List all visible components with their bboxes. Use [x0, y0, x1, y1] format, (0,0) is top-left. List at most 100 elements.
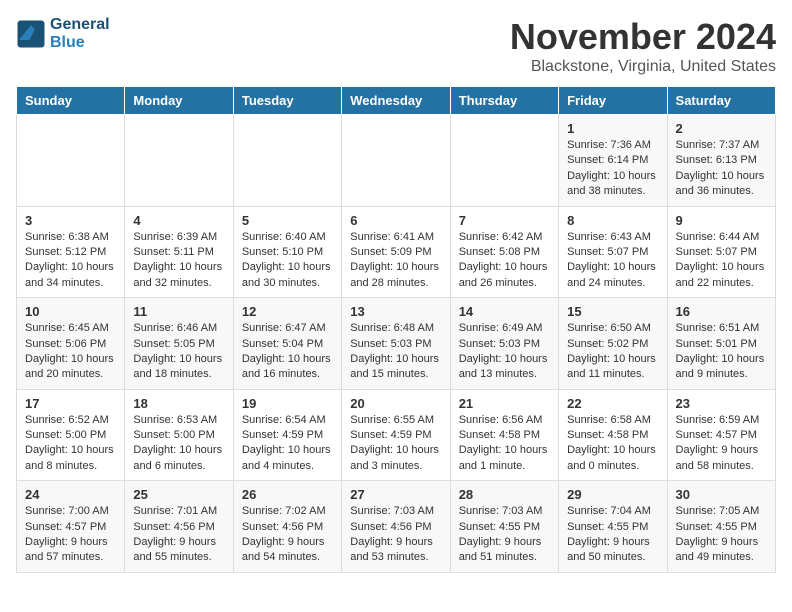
day-number: 20: [350, 396, 441, 411]
day-number: 3: [25, 213, 116, 228]
calendar-week-row: 3 Sunrise: 6:38 AM Sunset: 5:12 PM Daylig…: [17, 206, 776, 298]
calendar-cell: 1 Sunrise: 7:36 AM Sunset: 6:14 PM Daylig…: [559, 115, 667, 207]
day-info: Sunrise: 7:03 AM Sunset: 4:55 PM Dayligh…: [459, 504, 550, 566]
calendar-cell: 13Sunrise: 6:48 AM Sunset: 5:03 PM Dayli…: [342, 298, 450, 390]
calendar-cell: 16Sunrise: 6:51 AM Sunset: 5:01 PM Dayli…: [667, 298, 775, 390]
day-number: 14: [459, 304, 550, 319]
day-number: 8: [567, 213, 658, 228]
calendar-cell: 27Sunrise: 7:03 AM Sunset: 4:56 PM Dayli…: [342, 481, 450, 573]
day-number: 23: [676, 396, 767, 411]
logo-icon: [16, 19, 46, 49]
day-info: Sunrise: 7:00 AM Sunset: 4:57 PM Dayligh…: [25, 504, 116, 566]
calendar-cell: 20 Sunrise: 6:55 AM Sunset: 4:59 PM Dayli…: [342, 389, 450, 481]
day-number: 21: [459, 396, 550, 411]
calendar-cell: [17, 115, 125, 207]
day-info: Sunrise: 6:40 AM Sunset: 5:10 PM Dayligh…: [242, 230, 333, 292]
day-info: Sunrise: 6:41 AM Sunset: 5:09 PM Dayligh…: [350, 230, 441, 292]
calendar-cell: 29Sunrise: 7:04 AM Sunset: 4:55 PM Dayli…: [559, 481, 667, 573]
weekday-header-cell: Wednesday: [342, 87, 450, 115]
calendar-cell: 17Sunrise: 6:52 AM Sunset: 5:00 PM Dayli…: [17, 389, 125, 481]
day-number: 1: [567, 121, 658, 136]
day-number: 6: [350, 213, 441, 228]
weekday-header-cell: Monday: [125, 87, 233, 115]
calendar-cell: 11 Sunrise: 6:46 AM Sunset: 5:05 PM Dayli…: [125, 298, 233, 390]
calendar-cell: 18 Sunrise: 6:53 AM Sunset: 5:00 PM Dayli…: [125, 389, 233, 481]
calendar-cell: 7Sunrise: 6:42 AM Sunset: 5:08 PM Daylig…: [450, 206, 558, 298]
day-info: Sunrise: 6:56 AM Sunset: 4:58 PM Dayligh…: [459, 413, 550, 475]
day-info: Sunrise: 6:46 AM Sunset: 5:05 PM Dayligh…: [133, 321, 224, 383]
day-number: 28: [459, 487, 550, 502]
day-info: Sunrise: 7:05 AM Sunset: 4:55 PM Dayligh…: [676, 504, 767, 566]
day-info: Sunrise: 6:58 AM Sunset: 4:58 PM Dayligh…: [567, 413, 658, 475]
title-area: November 2024 Blackstone, Virginia, Unit…: [510, 16, 776, 76]
weekday-header-row: SundayMondayTuesdayWednesdayThursdayFrid…: [17, 87, 776, 115]
day-number: 29: [567, 487, 658, 502]
location: Blackstone, Virginia, United States: [510, 58, 776, 76]
weekday-header-cell: Saturday: [667, 87, 775, 115]
day-number: 19: [242, 396, 333, 411]
day-info: Sunrise: 6:59 AM Sunset: 4:57 PM Dayligh…: [676, 413, 767, 475]
calendar-cell: 9 Sunrise: 6:44 AM Sunset: 5:07 PM Daylig…: [667, 206, 775, 298]
weekday-header-cell: Friday: [559, 87, 667, 115]
weekday-header-cell: Sunday: [17, 87, 125, 115]
calendar-week-row: 10Sunrise: 6:45 AM Sunset: 5:06 PM Dayli…: [17, 298, 776, 390]
day-number: 2: [676, 121, 767, 136]
day-info: Sunrise: 6:52 AM Sunset: 5:00 PM Dayligh…: [25, 413, 116, 475]
calendar-cell: 25 Sunrise: 7:01 AM Sunset: 4:56 PM Dayli…: [125, 481, 233, 573]
day-info: Sunrise: 6:39 AM Sunset: 5:11 PM Dayligh…: [133, 230, 224, 292]
calendar-week-row: 17Sunrise: 6:52 AM Sunset: 5:00 PM Dayli…: [17, 389, 776, 481]
calendar-cell: 5 Sunrise: 6:40 AM Sunset: 5:10 PM Daylig…: [233, 206, 341, 298]
day-number: 7: [459, 213, 550, 228]
calendar-week-row: 1 Sunrise: 7:36 AM Sunset: 6:14 PM Daylig…: [17, 115, 776, 207]
logo: General Blue: [16, 16, 110, 52]
day-number: 26: [242, 487, 333, 502]
day-info: Sunrise: 6:44 AM Sunset: 5:07 PM Dayligh…: [676, 230, 767, 292]
calendar-cell: 28 Sunrise: 7:03 AM Sunset: 4:55 PM Dayli…: [450, 481, 558, 573]
calendar-cell: 30Sunrise: 7:05 AM Sunset: 4:55 PM Dayli…: [667, 481, 775, 573]
day-info: Sunrise: 6:49 AM Sunset: 5:03 PM Dayligh…: [459, 321, 550, 383]
calendar-cell: 23 Sunrise: 6:59 AM Sunset: 4:57 PM Dayli…: [667, 389, 775, 481]
calendar-cell: 10Sunrise: 6:45 AM Sunset: 5:06 PM Dayli…: [17, 298, 125, 390]
day-info: Sunrise: 6:53 AM Sunset: 5:00 PM Dayligh…: [133, 413, 224, 475]
calendar-cell: 8 Sunrise: 6:43 AM Sunset: 5:07 PM Daylig…: [559, 206, 667, 298]
page-header: General Blue November 2024 Blackstone, V…: [16, 16, 776, 76]
day-info: Sunrise: 7:01 AM Sunset: 4:56 PM Dayligh…: [133, 504, 224, 566]
day-info: Sunrise: 6:43 AM Sunset: 5:07 PM Dayligh…: [567, 230, 658, 292]
day-number: 27: [350, 487, 441, 502]
weekday-header-cell: Thursday: [450, 87, 558, 115]
day-number: 4: [133, 213, 224, 228]
calendar-cell: 12Sunrise: 6:47 AM Sunset: 5:04 PM Dayli…: [233, 298, 341, 390]
calendar-cell: 19 Sunrise: 6:54 AM Sunset: 4:59 PM Dayli…: [233, 389, 341, 481]
day-info: Sunrise: 6:38 AM Sunset: 5:12 PM Dayligh…: [25, 230, 116, 292]
day-number: 25: [133, 487, 224, 502]
day-info: Sunrise: 6:47 AM Sunset: 5:04 PM Dayligh…: [242, 321, 333, 383]
day-info: Sunrise: 6:51 AM Sunset: 5:01 PM Dayligh…: [676, 321, 767, 383]
calendar-cell: [233, 115, 341, 207]
day-number: 5: [242, 213, 333, 228]
calendar-cell: 4 Sunrise: 6:39 AM Sunset: 5:11 PM Daylig…: [125, 206, 233, 298]
weekday-header-cell: Tuesday: [233, 87, 341, 115]
calendar-cell: [125, 115, 233, 207]
day-info: Sunrise: 7:02 AM Sunset: 4:56 PM Dayligh…: [242, 504, 333, 566]
day-info: Sunrise: 6:54 AM Sunset: 4:59 PM Dayligh…: [242, 413, 333, 475]
day-number: 11: [133, 304, 224, 319]
day-number: 24: [25, 487, 116, 502]
day-number: 13: [350, 304, 441, 319]
calendar-cell: 24 Sunrise: 7:00 AM Sunset: 4:57 PM Dayli…: [17, 481, 125, 573]
calendar-cell: 6 Sunrise: 6:41 AM Sunset: 5:09 PM Daylig…: [342, 206, 450, 298]
day-number: 18: [133, 396, 224, 411]
calendar-cell: [450, 115, 558, 207]
day-number: 9: [676, 213, 767, 228]
calendar-cell: 26 Sunrise: 7:02 AM Sunset: 4:56 PM Dayli…: [233, 481, 341, 573]
calendar-cell: [342, 115, 450, 207]
day-info: Sunrise: 7:37 AM Sunset: 6:13 PM Dayligh…: [676, 138, 767, 200]
logo-text: General Blue: [50, 16, 110, 52]
calendar-cell: 2 Sunrise: 7:37 AM Sunset: 6:13 PM Daylig…: [667, 115, 775, 207]
calendar-cell: 14 Sunrise: 6:49 AM Sunset: 5:03 PM Dayli…: [450, 298, 558, 390]
day-info: Sunrise: 7:36 AM Sunset: 6:14 PM Dayligh…: [567, 138, 658, 200]
day-number: 22: [567, 396, 658, 411]
day-info: Sunrise: 6:45 AM Sunset: 5:06 PM Dayligh…: [25, 321, 116, 383]
month-title: November 2024: [510, 16, 776, 58]
day-info: Sunrise: 6:55 AM Sunset: 4:59 PM Dayligh…: [350, 413, 441, 475]
calendar-cell: 21 Sunrise: 6:56 AM Sunset: 4:58 PM Dayli…: [450, 389, 558, 481]
